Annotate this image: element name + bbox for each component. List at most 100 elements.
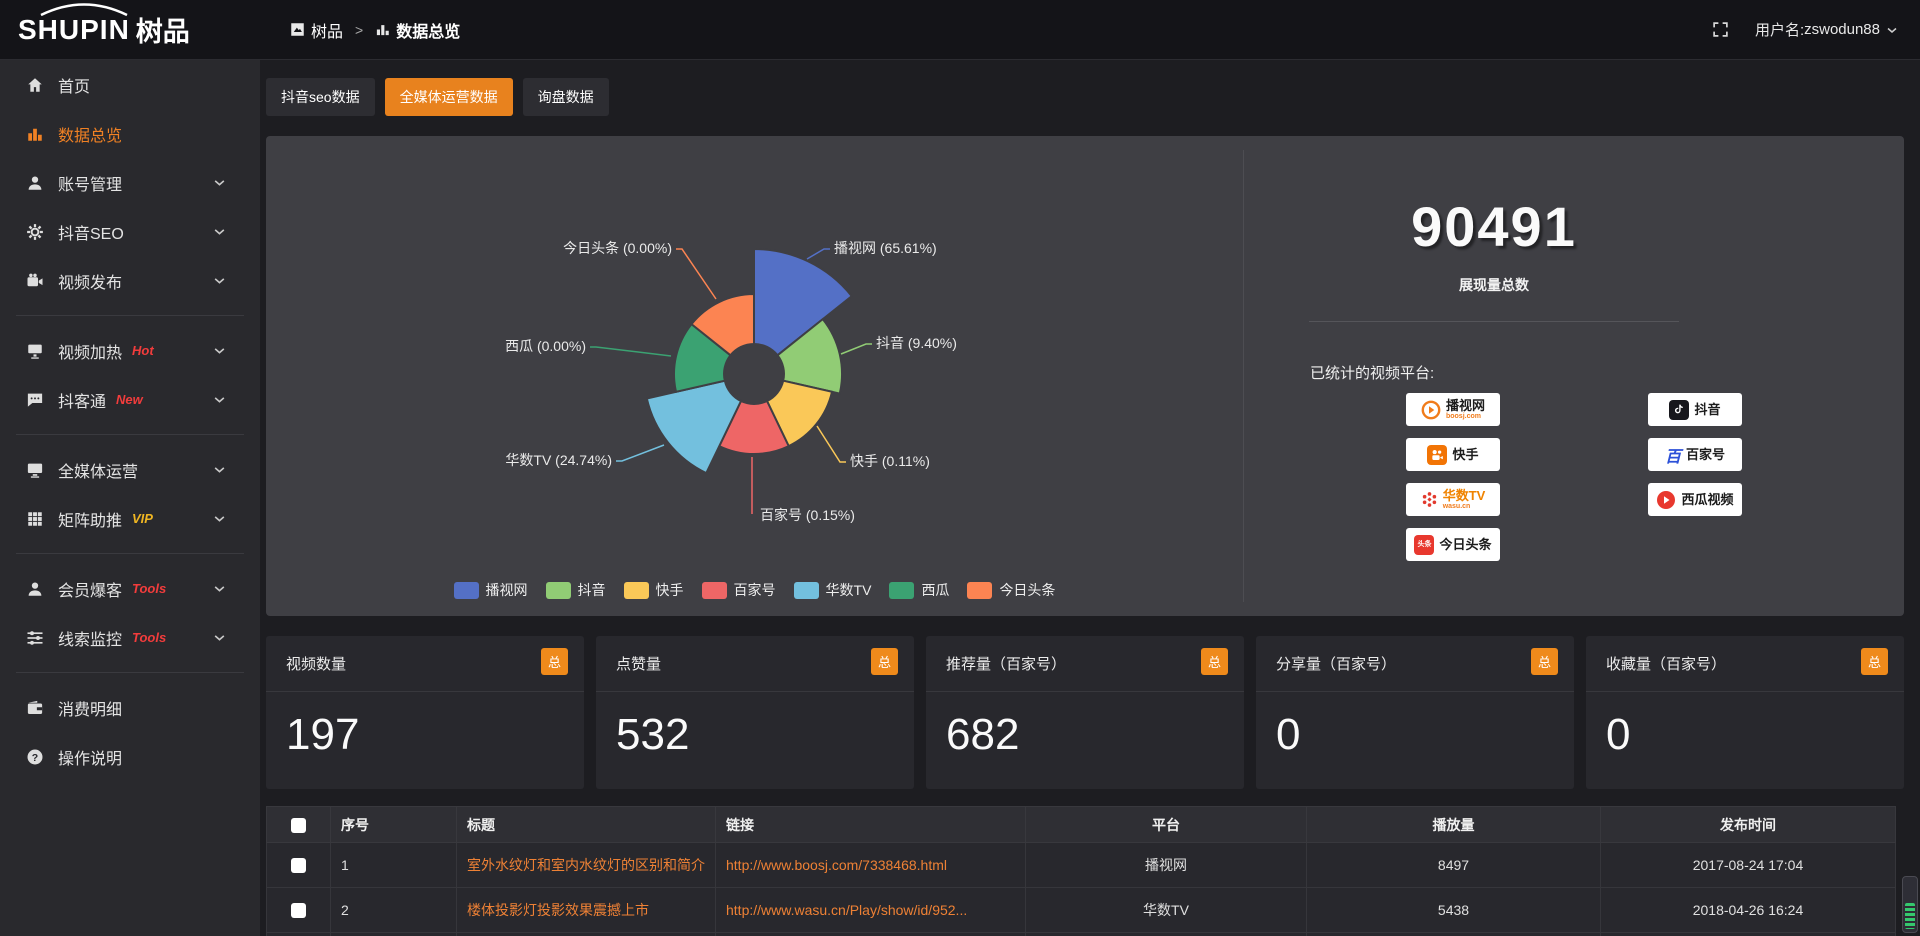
username-value[interactable]: zswodun88 <box>1804 21 1880 38</box>
card-divider <box>266 691 584 692</box>
card-value: 682 <box>946 710 1019 760</box>
card-divider <box>926 691 1244 692</box>
legend-item-华数TV[interactable]: 华数TV <box>794 580 872 600</box>
cell-time: 2018-04-26 16:24 <box>1601 888 1896 933</box>
sidebar-divider <box>16 553 244 554</box>
table-header-链接: 链接 <box>716 807 1026 843</box>
sidebar-item-抖客通[interactable]: 抖客通New <box>0 375 260 424</box>
platform-sub: boosj.com <box>1446 413 1481 420</box>
chevron-down-icon[interactable] <box>1886 24 1898 36</box>
row-checkbox[interactable] <box>291 903 306 918</box>
tab-全媒体运营数据[interactable]: 全媒体运营数据 <box>385 78 513 116</box>
cell-plays: 8497 <box>1307 843 1601 888</box>
total-badge: 总 <box>1861 648 1888 675</box>
legend-swatch <box>454 582 479 599</box>
legend-item-抖音[interactable]: 抖音 <box>546 580 606 600</box>
sidebar-item-label: 数据总览 <box>58 122 122 146</box>
pie-label-line <box>841 344 872 354</box>
breadcrumb-separator: > <box>355 22 363 38</box>
pie-label: 快手 (0.11%) <box>850 453 930 469</box>
platform-name: 百家号 <box>1686 448 1725 462</box>
sidebar-item-账号管理[interactable]: 账号管理 <box>0 158 260 207</box>
sidebar-divider <box>16 315 244 316</box>
app-logo[interactable]: SHUPIN 树品 <box>0 0 260 60</box>
sidebar-item-视频发布[interactable]: 视频发布 <box>0 256 260 305</box>
platform-sub: wasu.cn <box>1443 503 1471 510</box>
user-area: 用户名: zswodun88 <box>1712 19 1898 40</box>
logo-text-cn: 树品 <box>136 10 190 49</box>
grid-icon <box>26 510 44 528</box>
sidebar-item-label: 消费明细 <box>58 696 122 720</box>
sidebar-item-全媒体运营[interactable]: 全媒体运营 <box>0 445 260 494</box>
chevron-down-icon <box>213 631 226 644</box>
sidebar: 首页数据总览账号管理抖音SEO 视频发布视频加热Hot抖客通New 全媒体运营矩阵助… <box>0 60 260 936</box>
platform-badge-华数TV: 华数TVwasu.cn <box>1406 483 1500 516</box>
sidebar-item-首页[interactable]: 首页 <box>0 60 260 109</box>
tab-询盘数据[interactable]: 询盘数据 <box>523 78 609 116</box>
toutiao-logo-icon: 头条 <box>1414 535 1434 555</box>
sidebar-item-会员爆客[interactable]: 会员爆客Tools <box>0 564 260 613</box>
cell-index: 1 <box>331 843 457 888</box>
tab-抖音seo数据[interactable]: 抖音seo数据 <box>266 78 375 116</box>
video-table: 序号标题链接平台播放量发布时间 1室外水纹灯和室内水纹灯的区别和简介http:/… <box>266 806 1896 936</box>
video-table-wrap: 序号标题链接平台播放量发布时间 1室外水纹灯和室内水纹灯的区别和简介http:/… <box>266 806 1904 936</box>
legend-item-播视网[interactable]: 播视网 <box>454 580 528 600</box>
data-tabs: 抖音seo数据全媒体运营数据询盘数据 <box>266 78 1904 116</box>
fullscreen-icon[interactable] <box>1712 21 1729 38</box>
chevron-down-icon <box>213 463 226 476</box>
chevron-down-icon <box>213 512 226 525</box>
sidebar-item-label: 抖客通 <box>58 388 106 412</box>
scroll-widget-bars <box>1905 903 1915 929</box>
legend-label: 西瓜 <box>921 580 949 600</box>
table-row: 2楼体投影灯投影效果震撼上市http://www.wasu.cn/Play/sh… <box>267 888 1896 933</box>
legend-label: 百家号 <box>734 580 776 600</box>
heat-icon <box>26 342 44 360</box>
platform-name: 播视网 <box>1446 399 1485 413</box>
scroll-widget[interactable] <box>1902 876 1918 933</box>
cell-time: 2017-08-24 17:04 <box>1601 843 1896 888</box>
summary-panel: 90491 展现量总数 已统计的视频平台: 播视网boosj.com快手华数TV… <box>1244 136 1904 616</box>
sidebar-item-label: 视频发布 <box>58 269 122 293</box>
sidebar-item-矩阵助推[interactable]: 矩阵助推VIP <box>0 494 260 543</box>
row-checkbox[interactable] <box>291 858 306 873</box>
cell-platform: 播视网 <box>1026 843 1307 888</box>
platform-name: 抖音 <box>1694 403 1720 417</box>
table-header-标题: 标题 <box>457 807 716 843</box>
table-header-播放量: 播放量 <box>1307 807 1601 843</box>
legend-item-快手[interactable]: 快手 <box>624 580 684 600</box>
platform-name: 西瓜视频 <box>1681 493 1733 507</box>
logo-arc-icon <box>38 3 130 17</box>
cell-title[interactable]: 楼体投影灯投影效果震撼上市 <box>457 888 716 933</box>
sidebar-item-视频加热[interactable]: 视频加热Hot <box>0 326 260 375</box>
cell-link[interactable]: http://www.wasu.cn/Play/show/id/952... <box>716 888 1026 933</box>
card-divider <box>1256 691 1574 692</box>
camera-icon <box>26 272 44 290</box>
sidebar-item-数据总览[interactable]: 数据总览 <box>0 109 260 158</box>
card-value: 0 <box>1276 710 1300 760</box>
stat-card-分享量（百家号）: 分享量（百家号）总0 <box>1256 636 1574 789</box>
legend-item-百家号[interactable]: 百家号 <box>702 580 776 600</box>
total-impressions-value: 90491 <box>1244 194 1744 259</box>
breadcrumb-root[interactable]: 树品 <box>311 18 343 42</box>
legend-swatch <box>889 582 914 599</box>
cell-title[interactable]: 室外水纹灯和室内水纹灯的区别和简介 <box>457 843 716 888</box>
total-impressions-label: 展现量总数 <box>1244 275 1744 295</box>
cell-link[interactable]: http://www.boosj.com/7338468.html <box>716 843 1026 888</box>
sidebar-item-线索监控[interactable]: 线索监控Tools <box>0 613 260 662</box>
shupin-square-icon <box>290 22 305 37</box>
legend-item-西瓜[interactable]: 西瓜 <box>889 580 949 600</box>
sidebar-item-消费明细[interactable]: 消费明细 <box>0 683 260 732</box>
bar-chart-icon <box>375 22 390 37</box>
sidebar-divider <box>16 672 244 673</box>
pie-label: 抖音 (9.40%) <box>876 335 957 351</box>
sidebar-item-操作说明[interactable]: ?操作说明 <box>0 732 260 781</box>
sidebar-item-badge: VIP <box>132 511 153 526</box>
card-value: 0 <box>1606 710 1630 760</box>
total-badge: 总 <box>871 648 898 675</box>
sidebar-item-抖音SEO[interactable]: 抖音SEO <box>0 207 260 256</box>
select-all-checkbox[interactable] <box>291 818 306 833</box>
pie-slice-华数TV[interactable] <box>647 381 741 473</box>
legend-item-今日头条[interactable]: 今日头条 <box>967 580 1055 600</box>
select-all-header <box>267 807 331 843</box>
card-value: 532 <box>616 710 689 760</box>
